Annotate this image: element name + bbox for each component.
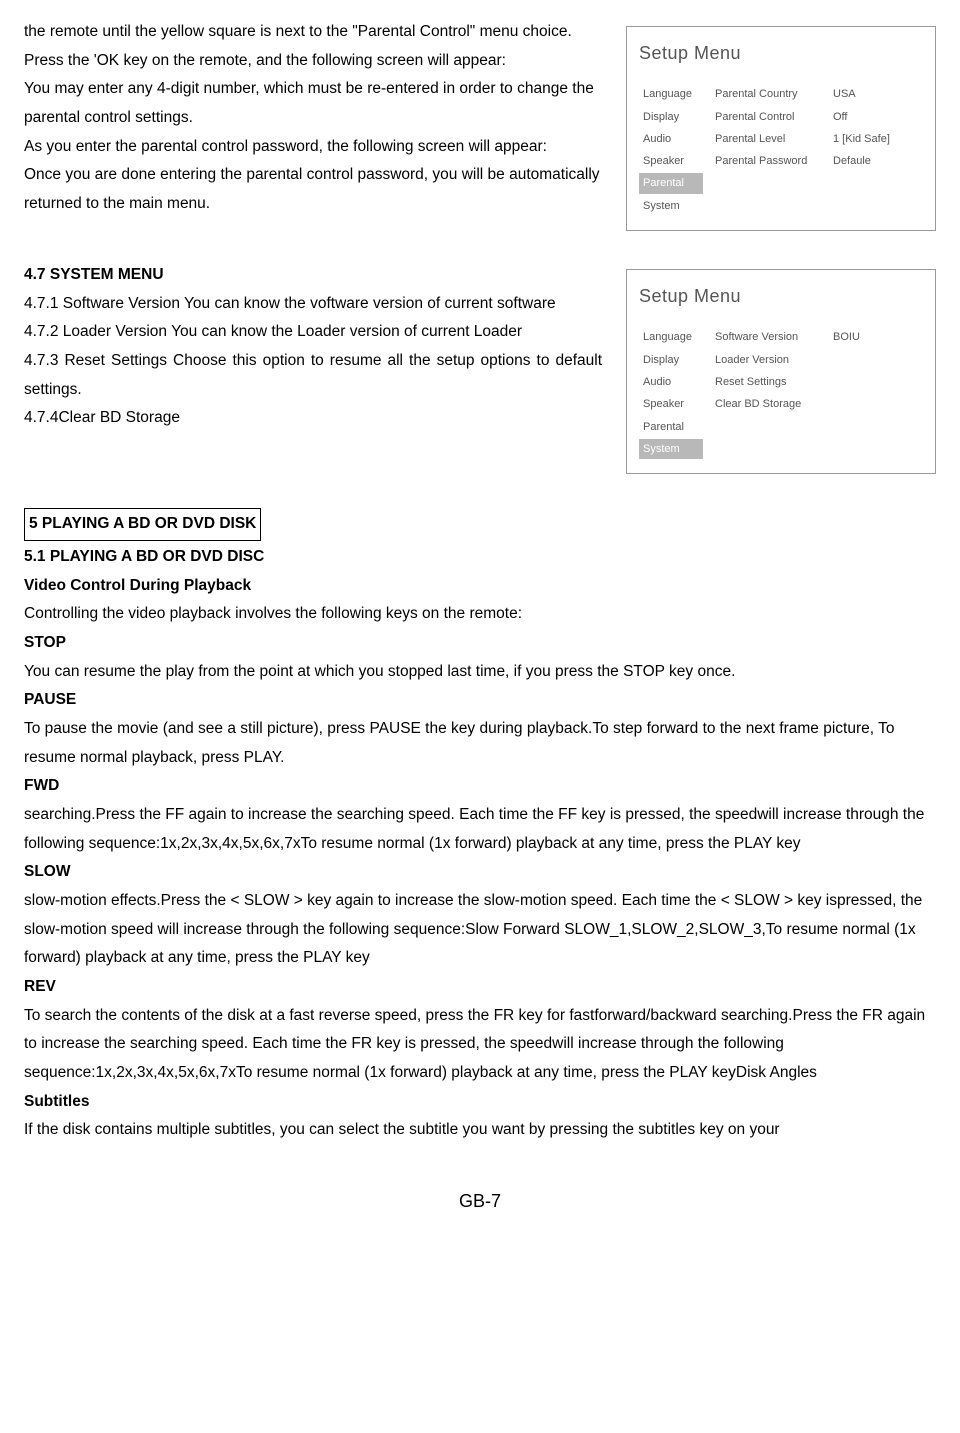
para-line: slow-motion effects.Press the < SLOW > k…	[24, 887, 936, 973]
menu-col-options: Parental Country Parental Control Parent…	[711, 84, 821, 218]
heading-fwd: FWD	[24, 772, 936, 801]
para-line: As you enter the parental control passwo…	[24, 133, 608, 162]
heading-5-box: 5 PLAYING A BD OR DVD DISK	[24, 508, 261, 541]
menu-item: Off	[829, 107, 923, 127]
para-line: searching.Press the FF again to increase…	[24, 801, 936, 858]
menu-item: 1 [Kid Safe]	[829, 129, 923, 149]
heading-pause: PAUSE	[24, 686, 936, 715]
menu-item	[829, 358, 923, 364]
menu-item-selected: System	[639, 439, 703, 459]
setup-menu-box: Setup Menu Language Display Audio Speake…	[626, 269, 936, 474]
setup-menu-screenshot-parental: Setup Menu Language Display Audio Speake…	[626, 18, 936, 231]
menu-col-values: BOIU	[829, 327, 923, 461]
para-line: 4.7.2 Loader Version You can know the Lo…	[24, 318, 602, 347]
menu-item: USA	[829, 84, 923, 104]
menu-item: Parental Password	[711, 151, 821, 171]
heading-stop: STOP	[24, 629, 936, 658]
heading-5-1: 5.1 PLAYING A BD OR DVD DISC	[24, 543, 936, 572]
para-line: the remote until the yellow square is ne…	[24, 18, 608, 47]
menu-item: Parental Country	[711, 84, 821, 104]
heading-subtitles: Subtitles	[24, 1088, 936, 1117]
page-number: GB-7	[24, 1185, 936, 1218]
menu-col-options: Software Version Loader Version Reset Se…	[711, 327, 821, 461]
menu-item: Software Version	[711, 327, 821, 347]
menu-col-categories: Language Display Audio Speaker Parental …	[639, 327, 703, 461]
heading-rev: REV	[24, 973, 936, 1002]
menu-item: Language	[639, 84, 703, 104]
setup-menu-columns: Language Display Audio Speaker Parental …	[639, 84, 923, 218]
para-line: Controlling the video playback involves …	[24, 600, 936, 629]
heading-slow: SLOW	[24, 858, 936, 887]
para-line: 4.7.4Clear BD Storage	[24, 404, 602, 433]
setup-menu-title: Setup Menu	[639, 37, 923, 70]
para-line: You may enter any 4-digit number, which …	[24, 75, 608, 132]
section-5-playing-disk: 5 PLAYING A BD OR DVD DISK 5.1 PLAYING A…	[24, 508, 936, 1145]
para-line: Once you are done entering the parental …	[24, 161, 608, 218]
para-line: Press the 'OK key on the remote, and the…	[24, 47, 608, 76]
para-line: 4.7.3 Reset Settings Choose this option …	[24, 347, 602, 404]
menu-item: Speaker	[639, 394, 703, 414]
menu-item: Reset Settings	[711, 372, 821, 392]
menu-item: Audio	[639, 372, 703, 392]
text-column-system-menu: 4.7 SYSTEM MENU 4.7.1 Software Version Y…	[24, 261, 608, 474]
setup-menu-columns: Language Display Audio Speaker Parental …	[639, 327, 923, 461]
heading-video-control: Video Control During Playback	[24, 572, 936, 601]
menu-item: Loader Version	[711, 350, 821, 370]
menu-col-categories: Language Display Audio Speaker Parental …	[639, 84, 703, 218]
setup-menu-screenshot-system: Setup Menu Language Display Audio Speake…	[626, 261, 936, 474]
para-line: 4.7.1 Software Version You can know the …	[24, 290, 602, 319]
text-column-parental: the remote until the yellow square is ne…	[24, 18, 608, 231]
para-line: If the disk contains multiple subtitles,…	[24, 1116, 936, 1145]
menu-item: Language	[639, 327, 703, 347]
menu-item: Parental Control	[711, 107, 821, 127]
menu-item: System	[639, 196, 703, 216]
para-line: To search the contents of the disk at a …	[24, 1002, 936, 1088]
menu-item: Parental Level	[711, 129, 821, 149]
menu-item: Clear BD Storage	[711, 394, 821, 414]
menu-item: Speaker	[639, 151, 703, 171]
setup-menu-box: Setup Menu Language Display Audio Speake…	[626, 26, 936, 231]
menu-item: Display	[639, 350, 703, 370]
heading-4-7: 4.7 SYSTEM MENU	[24, 261, 602, 290]
menu-item	[829, 350, 923, 356]
section-system-menu: 4.7 SYSTEM MENU 4.7.1 Software Version Y…	[24, 261, 936, 474]
menu-item: Defaule	[829, 151, 923, 171]
setup-menu-title: Setup Menu	[639, 280, 923, 313]
menu-col-values: USA Off 1 [Kid Safe] Defaule	[829, 84, 923, 218]
menu-item: Audio	[639, 129, 703, 149]
menu-item: Parental	[639, 417, 703, 437]
menu-item-selected: Parental	[639, 173, 703, 193]
para-line: To pause the movie (and see a still pict…	[24, 715, 936, 772]
section-parental-intro: the remote until the yellow square is ne…	[24, 18, 936, 231]
para-line: You can resume the play from the point a…	[24, 658, 936, 687]
menu-item: Display	[639, 107, 703, 127]
menu-item: BOIU	[829, 327, 923, 347]
menu-item	[829, 366, 923, 372]
